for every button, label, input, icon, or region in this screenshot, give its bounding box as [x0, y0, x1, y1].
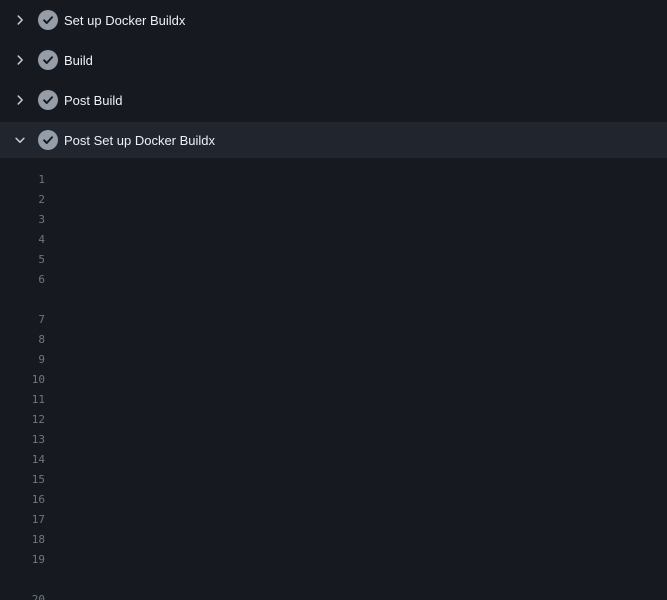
log-line-number[interactable]: 8	[0, 330, 45, 350]
log-line-content: time="2021-04-23T18:02:37Z" level=info m…	[45, 370, 667, 390]
log-line-number[interactable]: 1	[0, 170, 45, 190]
step-row[interactable]: Set up Docker Buildx	[0, 0, 667, 40]
log-row: 18 time="2021-04-23T18:02:38Z" level=deb…	[0, 530, 667, 550]
log-line-number[interactable]: 18	[0, 530, 45, 550]
log-line-content: time="2021-04-23T18:02:37Z" level=warnin…	[45, 350, 667, 370]
step-row[interactable]: Build	[0, 40, 667, 80]
log-line-number[interactable]: 19	[0, 550, 45, 570]
step-row[interactable]: Post Build	[0, 80, 667, 120]
log-row: 19 time="2021-04-23T18:02:38Z" level=deb…	[0, 550, 667, 570]
check-circle-icon	[38, 50, 58, 70]
log-row: 3 /usr/bin/docker logs buildx_buildkit_b…	[0, 210, 667, 230]
log-line-content: time="2021-04-23T18:02:38Z" level=debug …	[45, 430, 586, 450]
log-line-content: linux/riscv64 linux/ppc64le linux/s390x …	[45, 290, 619, 310]
log-line-number[interactable]: 14	[0, 450, 45, 470]
log-line-number[interactable]: 6	[0, 270, 45, 290]
log-row: 6 time="2021-04-23T18:02:37Z" level=info…	[0, 270, 667, 290]
log-line-number[interactable]: 11	[0, 390, 45, 410]
log-line-content: time="2021-04-23T18:02:37Z" level=warnin…	[45, 310, 667, 330]
log-viewer: 1 Post job cleanup. 2 ▼ BuildKit contain…	[0, 158, 667, 600]
log-line-content: time="2021-04-23T18:02:38Z" level=debug …	[45, 470, 667, 490]
log-line-content: time="2021-04-23T18:02:38Z" level=debug …	[45, 450, 667, 470]
chevron-right-icon	[12, 12, 28, 28]
log-line-content: /usr/bin/docker logs buildx_buildkit_bui…	[45, 210, 659, 230]
log-row: 5 time="2021-04-23T18:02:37Z" level=warn…	[0, 250, 667, 270]
log-row: 8 time="2021-04-23T18:02:37Z" level=info…	[0, 330, 667, 350]
log-line-number[interactable]: 5	[0, 250, 45, 270]
log-line-content: ▼ BuildKit container logs	[45, 190, 255, 210]
check-circle-icon	[38, 130, 58, 150]
log-row: application/vnd.oci.image.index.v1+json,…	[0, 570, 667, 590]
log-line-number[interactable]: 3	[0, 210, 45, 230]
log-line-number[interactable]: 17	[0, 510, 45, 530]
log-row: 9 time="2021-04-23T18:02:37Z" level=warn…	[0, 350, 667, 370]
chevron-right-icon	[12, 92, 28, 108]
log-line-content: time="2021-04-23T18:02:38Z" level=debug …	[45, 490, 586, 510]
log-line-content: time="2021-04-23T18:02:38Z" level=debug …	[45, 530, 639, 550]
step-row[interactable]: Post Set up Docker Buildx	[0, 122, 667, 158]
log-line-content: application/vnd.oci.image.index.v1+json,…	[45, 570, 667, 590]
log-line-content: time="2021-04-23T18:02:38Z" level=debug …	[45, 510, 667, 530]
log-line-content: Post job cleanup.	[45, 170, 215, 190]
log-line-number[interactable]: 2	[0, 190, 45, 210]
log-row: 1 Post job cleanup.	[0, 170, 667, 190]
log-line-number[interactable]	[0, 290, 45, 310]
log-line-number[interactable]: 12	[0, 410, 45, 430]
log-line-number[interactable]: 16	[0, 490, 45, 510]
log-line-number[interactable]: 13	[0, 430, 45, 450]
log-line-content: time="2021-04-23T18:02:38Z" level=debug …	[45, 590, 667, 600]
log-line-content: time="2021-04-23T18:02:38Z" level=debug …	[45, 390, 520, 410]
log-line-number[interactable]: 10	[0, 370, 45, 390]
log-line-number[interactable]: 4	[0, 230, 45, 250]
steps-list: Set up Docker Buildx Build	[0, 0, 667, 158]
step-label: Set up Docker Buildx	[64, 13, 185, 28]
log-row: 7 time="2021-04-23T18:02:37Z" level=warn…	[0, 310, 667, 330]
log-row: 13 time="2021-04-23T18:02:38Z" level=deb…	[0, 430, 667, 450]
log-row: 15 time="2021-04-23T18:02:38Z" level=deb…	[0, 470, 667, 490]
log-line-content: time="2021-04-23T18:02:37Z" level=info m…	[45, 330, 667, 350]
chevron-down-icon	[12, 132, 28, 148]
log-row: linux/riscv64 linux/ppc64le linux/s390x …	[0, 290, 667, 310]
log-line-content: time="2021-04-23T18:02:38Z" level=debug …	[45, 550, 667, 570]
log-row: 12 time="2021-04-23T18:02:38Z" level=deb…	[0, 410, 667, 430]
log-line-number[interactable]	[0, 570, 45, 590]
log-row: 2 ▼ BuildKit container logs	[0, 190, 667, 210]
log-row: 20 time="2021-04-23T18:02:38Z" level=deb…	[0, 590, 667, 600]
step-label: Post Set up Docker Buildx	[64, 133, 215, 148]
log-line-content: time="2021-04-23T18:02:37Z" level=info m…	[45, 230, 633, 250]
log-line-number[interactable]: 20	[0, 590, 45, 600]
chevron-right-icon	[12, 52, 28, 68]
log-line-content: time="2021-04-23T18:02:38Z" level=debug …	[45, 410, 667, 430]
log-row: 14 time="2021-04-23T18:02:38Z" level=deb…	[0, 450, 667, 470]
log-row: 11 time="2021-04-23T18:02:38Z" level=deb…	[0, 390, 667, 410]
check-circle-icon	[38, 90, 58, 110]
log-row: 4 time="2021-04-23T18:02:37Z" level=info…	[0, 230, 667, 250]
log-row: 10 time="2021-04-23T18:02:37Z" level=inf…	[0, 370, 667, 390]
step-label: Build	[64, 53, 93, 68]
log-row: 16 time="2021-04-23T18:02:38Z" level=deb…	[0, 490, 667, 510]
check-circle-icon	[38, 10, 58, 30]
log-row: 17 time="2021-04-23T18:02:38Z" level=deb…	[0, 510, 667, 530]
log-line-content: time="2021-04-23T18:02:37Z" level=info m…	[45, 270, 667, 290]
step-label: Post Build	[64, 93, 123, 108]
log-line-content: time="2021-04-23T18:02:37Z" level=warnin…	[45, 250, 652, 270]
log-line-number[interactable]: 15	[0, 470, 45, 490]
log-line-number[interactable]: 9	[0, 350, 45, 370]
log-line-number[interactable]: 7	[0, 310, 45, 330]
